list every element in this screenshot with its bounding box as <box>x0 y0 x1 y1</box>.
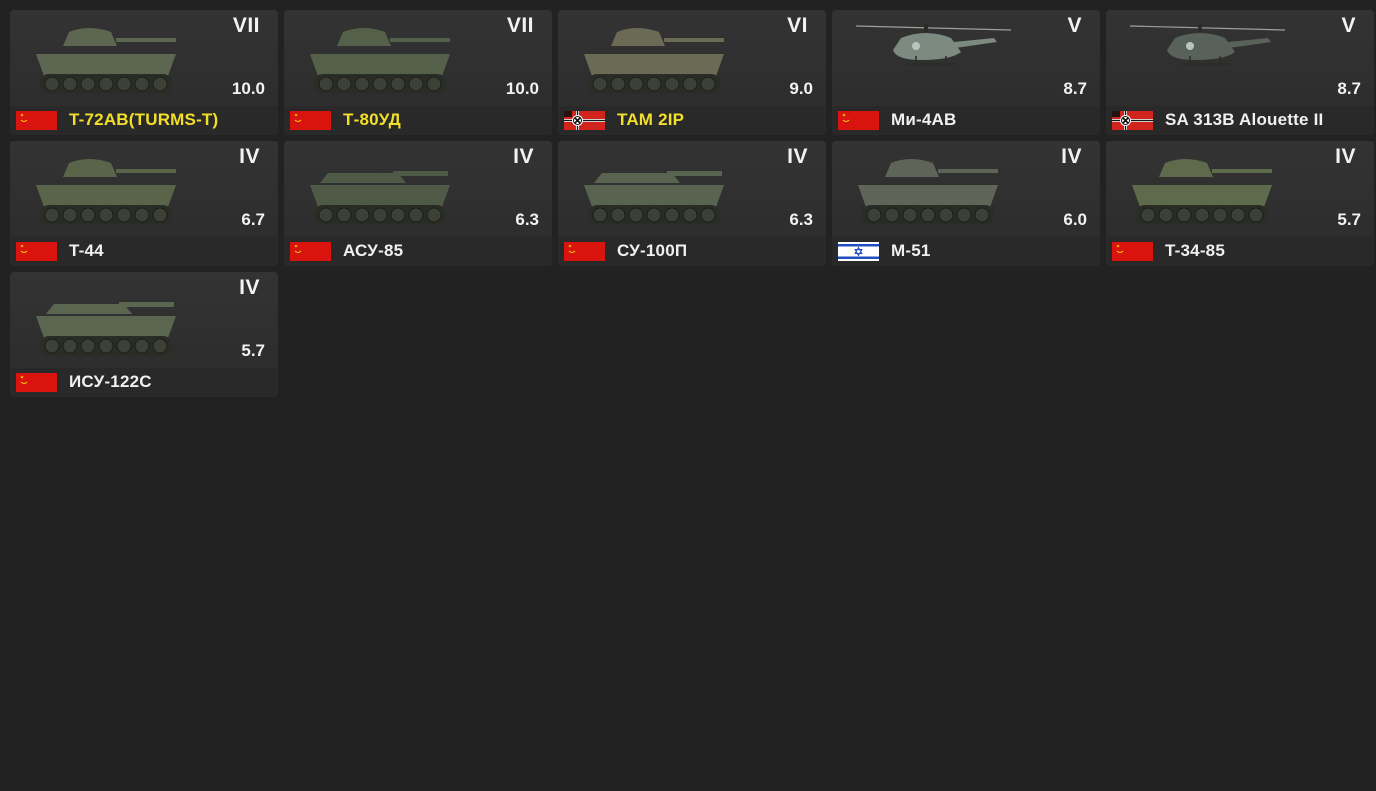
vehicle-card[interactable]: IV 6.3 АСУ-85 <box>284 141 552 266</box>
israel-flag-icon <box>838 242 879 261</box>
battle-rating: 9.0 <box>789 79 813 98</box>
rank-label: VII <box>506 14 534 37</box>
rank-label: IV <box>787 145 808 168</box>
helicopter-image <box>832 10 1100 110</box>
vehicle-name: T-44 <box>69 241 104 260</box>
germany-flag-icon <box>564 111 605 130</box>
rank-label: IV <box>239 145 260 168</box>
vehicle-card[interactable]: VII 10.0 Т-80УД <box>284 10 552 135</box>
ussr-flag-icon <box>1112 242 1153 261</box>
vehicle-name-bar: АСУ-85 <box>284 237 552 266</box>
tank-image <box>10 272 278 372</box>
battle-rating: 8.7 <box>1063 79 1087 98</box>
vehicle-card[interactable]: V 8.7 SA 313B Alouette II <box>1106 10 1374 135</box>
vehicle-name: Ми-4АВ <box>891 110 957 129</box>
ussr-flag-icon <box>838 111 879 130</box>
vehicle-name: TAM 2IP <box>617 110 685 129</box>
vehicle-name: Т-80УД <box>343 110 401 129</box>
battle-rating: 10.0 <box>505 79 539 98</box>
tank-image <box>10 141 278 241</box>
ussr-flag-icon <box>290 242 331 261</box>
rank-label: IV <box>1335 145 1356 168</box>
ussr-flag-icon <box>290 111 331 130</box>
tank-image <box>284 141 552 241</box>
battle-rating: 8.7 <box>1337 79 1361 98</box>
tank-image <box>832 141 1100 241</box>
vehicle-card[interactable]: IV 6.7 T-44 <box>10 141 278 266</box>
battle-rating: 6.7 <box>241 210 265 229</box>
battle-rating: 6.3 <box>515 210 539 229</box>
ussr-flag-icon <box>16 373 57 392</box>
ussr-flag-icon <box>16 242 57 261</box>
vehicle-name: M-51 <box>891 241 931 260</box>
vehicle-name: T-72AB(TURMS-T) <box>69 110 219 129</box>
battle-rating: 5.7 <box>241 341 265 360</box>
tank-image <box>1106 141 1374 241</box>
vehicle-card[interactable]: V 8.7 Ми-4АВ <box>832 10 1100 135</box>
vehicle-name: T-34-85 <box>1165 241 1225 260</box>
vehicle-card[interactable]: IV 5.7 T-34-85 <box>1106 141 1374 266</box>
vehicle-name-bar: TAM 2IP <box>558 106 826 135</box>
rank-label: VII <box>232 14 260 37</box>
germany-flag-icon <box>1112 111 1153 130</box>
ussr-flag-icon <box>16 111 57 130</box>
vehicle-name: АСУ-85 <box>343 241 404 260</box>
vehicle-name-bar: M-51 <box>832 237 1100 266</box>
vehicle-name-bar: СУ-100П <box>558 237 826 266</box>
vehicle-card[interactable]: VII 10.0 T-72AB(TURMS-T) <box>10 10 278 135</box>
ussr-flag-icon <box>564 242 605 261</box>
vehicle-name-bar: ИСУ-122С <box>10 368 278 397</box>
vehicle-name-bar: SA 313B Alouette II <box>1106 106 1374 135</box>
helicopter-image <box>1106 10 1374 110</box>
vehicle-name-bar: T-72AB(TURMS-T) <box>10 106 278 135</box>
vehicle-name-bar: Ми-4АВ <box>832 106 1100 135</box>
rank-label: IV <box>1061 145 1082 168</box>
battle-rating: 6.3 <box>789 210 813 229</box>
battle-rating: 10.0 <box>231 79 265 98</box>
vehicle-name-bar: T-44 <box>10 237 278 266</box>
rank-label: IV <box>239 276 260 299</box>
rank-label: IV <box>513 145 534 168</box>
vehicle-card[interactable]: IV 6.3 СУ-100П <box>558 141 826 266</box>
rank-label: V <box>1341 14 1356 37</box>
vehicle-card[interactable]: IV 5.7 ИСУ-122С <box>10 272 278 397</box>
rank-label: V <box>1067 14 1082 37</box>
vehicle-card[interactable]: VI 9.0 TAM 2IP <box>558 10 826 135</box>
battle-rating: 6.0 <box>1063 210 1087 229</box>
tank-image <box>558 141 826 241</box>
vehicle-name-bar: Т-80УД <box>284 106 552 135</box>
vehicle-name: СУ-100П <box>617 241 688 260</box>
vehicle-name: SA 313B Alouette II <box>1165 110 1324 129</box>
tank-image <box>558 10 826 110</box>
battle-rating: 5.7 <box>1337 210 1361 229</box>
vehicle-name-bar: T-34-85 <box>1106 237 1374 266</box>
vehicle-card[interactable]: IV 6.0 M-51 <box>832 141 1100 266</box>
vehicle-name: ИСУ-122С <box>69 372 152 391</box>
rank-label: VI <box>787 14 808 37</box>
